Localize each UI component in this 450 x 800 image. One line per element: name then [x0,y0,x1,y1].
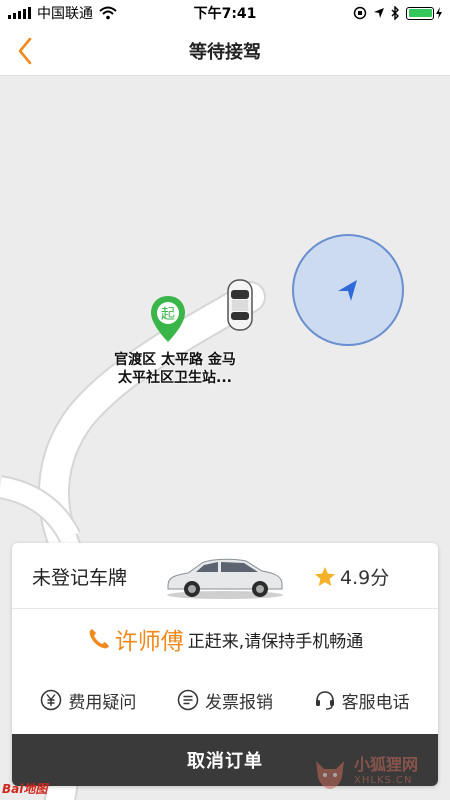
car-image [167,558,283,599]
invoice-button[interactable]: 发票报销 [177,688,273,713]
baidu-map-logo: Bai地图 [2,782,48,796]
yuan-icon [41,689,62,711]
orientation-lock-icon [353,6,367,20]
action-row: 费用疑问 发票报销 客服电话 [12,677,438,723]
start-address-label: 官渡区 太平路 金马 太平社区卫生站... [90,351,260,387]
customer-service-label: 客服电话 [341,692,410,713]
status-right [353,6,442,20]
bluetooth-icon [391,6,399,20]
fee-question-button[interactable]: 费用疑问 [40,688,136,713]
invoice-label: 发票报销 [204,692,273,713]
star-icon [315,566,335,586]
start-location-marker[interactable]: 起 [149,294,187,344]
site-watermark-cn: 小狐狸网 [354,755,419,774]
driver-status-message: 正赶来,请保持手机畅通 [187,631,364,652]
back-button[interactable] [8,34,42,68]
location-arrow-icon [338,280,357,301]
status-bar: 中国联通 下午7:41 [0,0,450,26]
fee-question-label: 费用疑问 [68,692,137,713]
start-address-line1: 官渡区 太平路 金马 [114,352,236,368]
carrier-name: 中国联通 [37,6,93,22]
phone-icon[interactable] [87,627,111,651]
driver-rating: 4.9分 [314,563,389,590]
chevron-left-icon [18,37,32,65]
fox-logo-icon [316,761,344,789]
site-watermark-en: XHLKS.CN [354,775,413,786]
site-watermark: 小狐狸网 XHLKS.CN [310,748,448,798]
start-marker-glyph: 起 [161,307,175,323]
status-left: 中国联通 [8,3,117,23]
wifi-icon [99,6,117,20]
rating-value: 4.9分 [340,567,390,589]
headset-icon [315,691,334,710]
invoice-icon [177,689,199,711]
license-plate: 未登记车牌 [32,567,128,589]
site-watermark-text: 小狐狸网 XHLKS.CN [354,757,418,789]
nav-bar: 等待接驾 [0,26,450,76]
page-title: 等待接驾 [189,41,261,63]
driver-status-row: 许师傅 正赶来,请保持手机畅通 [12,609,438,669]
location-services-icon [374,8,384,18]
status-time: 下午7:41 [193,6,257,22]
driver-name[interactable]: 许师傅 [115,622,184,656]
vehicle-info-row: 未登记车牌 4.9分 [12,543,438,609]
driver-car-icon [227,279,253,331]
customer-service-button[interactable]: 客服电话 [314,688,410,713]
cellular-signal-icon [8,7,31,19]
start-address-line2: 太平社区卫生站... [118,370,232,386]
my-location-indicator [292,234,404,346]
battery-icon [406,6,442,20]
